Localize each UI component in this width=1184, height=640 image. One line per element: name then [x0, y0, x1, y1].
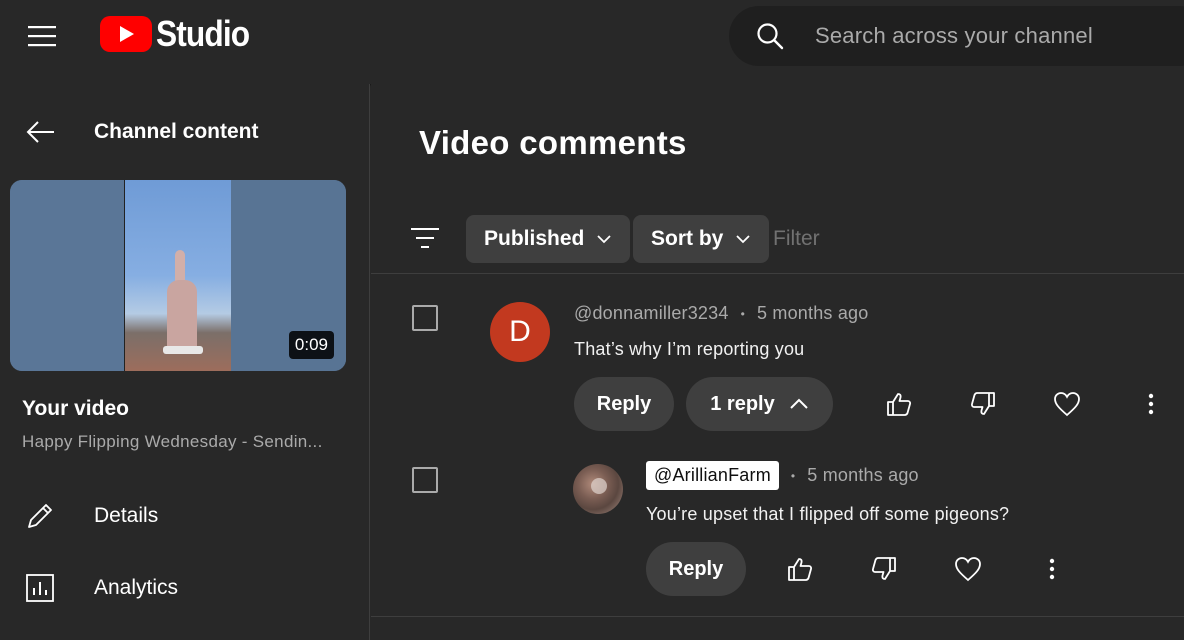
- avatar-letter: D: [509, 315, 531, 348]
- comment-meta: @ArillianFarm • 5 months ago: [646, 461, 919, 490]
- avatar[interactable]: D: [490, 302, 550, 362]
- menu-icon[interactable]: [18, 18, 66, 54]
- thumbnail-bracelet: [163, 346, 203, 354]
- thumbnail-left-pad: [10, 180, 124, 371]
- more-options-button[interactable]: [1030, 547, 1074, 591]
- comment-author[interactable]: @donnamiller3234: [574, 303, 729, 324]
- thumbs-down-icon: [871, 557, 896, 580]
- like-button[interactable]: [877, 382, 921, 426]
- published-dropdown[interactable]: Published: [466, 215, 631, 263]
- search-input[interactable]: Search across your channel: [815, 23, 1093, 49]
- sidebar: Channel content 0:09 Your video Happy Fl…: [0, 84, 370, 640]
- search-bar[interactable]: Search across your channel: [729, 6, 1184, 66]
- thumbs-up-icon: [887, 393, 912, 416]
- app-name: Studio: [156, 13, 250, 54]
- more-vert-icon: [1148, 393, 1154, 415]
- dislike-button[interactable]: [862, 547, 906, 591]
- reply-button[interactable]: Reply: [646, 542, 746, 596]
- video-title: Happy Flipping Wednesday - Sendin...: [22, 432, 323, 451]
- youtube-play-icon: [100, 16, 152, 52]
- thumbnail-hand: [167, 280, 197, 350]
- thumbs-down-icon: [970, 392, 995, 415]
- sidebar-item-label: Details: [94, 504, 159, 527]
- filter-icon[interactable]: [409, 222, 441, 254]
- separator-dot: •: [740, 306, 745, 321]
- divider: [371, 616, 1184, 617]
- comment-text: That’s why I’m reporting you: [574, 339, 805, 359]
- back-arrow-icon[interactable]: [24, 115, 58, 149]
- comment-time[interactable]: 5 months ago: [807, 465, 918, 486]
- heart-button[interactable]: [1045, 382, 1089, 426]
- filter-bar: Published Sort by Filter: [371, 212, 1184, 274]
- chevron-up-icon: [790, 398, 808, 409]
- back-label[interactable]: Channel content: [94, 120, 259, 144]
- more-vert-icon: [1049, 558, 1055, 580]
- page-title: Video comments: [419, 124, 687, 161]
- comment-checkbox[interactable]: [412, 305, 438, 331]
- main-content: Video comments Published Sort by Filter …: [371, 84, 1184, 640]
- comment-checkbox[interactable]: [412, 467, 438, 493]
- search-icon[interactable]: [755, 21, 785, 51]
- dislike-button[interactable]: [961, 382, 1005, 426]
- toggle-replies-button[interactable]: 1 reply: [686, 377, 833, 431]
- video-thumbnail[interactable]: 0:09: [10, 180, 346, 371]
- chevron-down-icon: [597, 235, 611, 244]
- sidebar-item-analytics[interactable]: Analytics: [0, 560, 370, 616]
- your-video-label: Your video: [22, 397, 129, 420]
- more-options-button[interactable]: [1129, 382, 1173, 426]
- thumbnail-frame: [124, 180, 231, 371]
- comment-author[interactable]: @ArillianFarm: [646, 461, 779, 490]
- chevron-down-icon: [736, 235, 750, 244]
- avatar[interactable]: [573, 464, 623, 514]
- thumbs-up-icon: [788, 558, 813, 581]
- reply-button[interactable]: Reply: [574, 377, 674, 431]
- filter-input[interactable]: Filter: [773, 227, 820, 251]
- studio-logo[interactable]: Studio: [100, 13, 262, 54]
- top-bar: Studio Search across your channel: [0, 0, 1184, 84]
- sidebar-item-label: Analytics: [94, 576, 179, 599]
- heart-button[interactable]: [946, 547, 990, 591]
- sidebar-item-details[interactable]: Details: [0, 488, 370, 544]
- like-button[interactable]: [778, 547, 822, 591]
- video-duration: 0:09: [288, 331, 334, 359]
- comment-time[interactable]: 5 months ago: [757, 303, 868, 324]
- heart-icon: [955, 557, 981, 582]
- comment-meta: @donnamiller3234 • 5 months ago: [574, 303, 868, 324]
- sort-by-label: Sort by: [651, 227, 724, 250]
- comment-text: You’re upset that I flipped off some pig…: [646, 504, 1010, 524]
- heart-icon: [1054, 392, 1080, 417]
- pencil-icon: [24, 500, 56, 532]
- replies-label: 1 reply: [710, 392, 775, 415]
- published-label: Published: [484, 227, 585, 250]
- analytics-icon: [24, 572, 56, 604]
- back-to-channel-content[interactable]: Channel content: [0, 106, 370, 158]
- separator-dot: •: [790, 468, 796, 483]
- reply-label: Reply: [668, 557, 724, 580]
- reply-label: Reply: [596, 392, 652, 415]
- sort-by-dropdown[interactable]: Sort by: [633, 215, 770, 263]
